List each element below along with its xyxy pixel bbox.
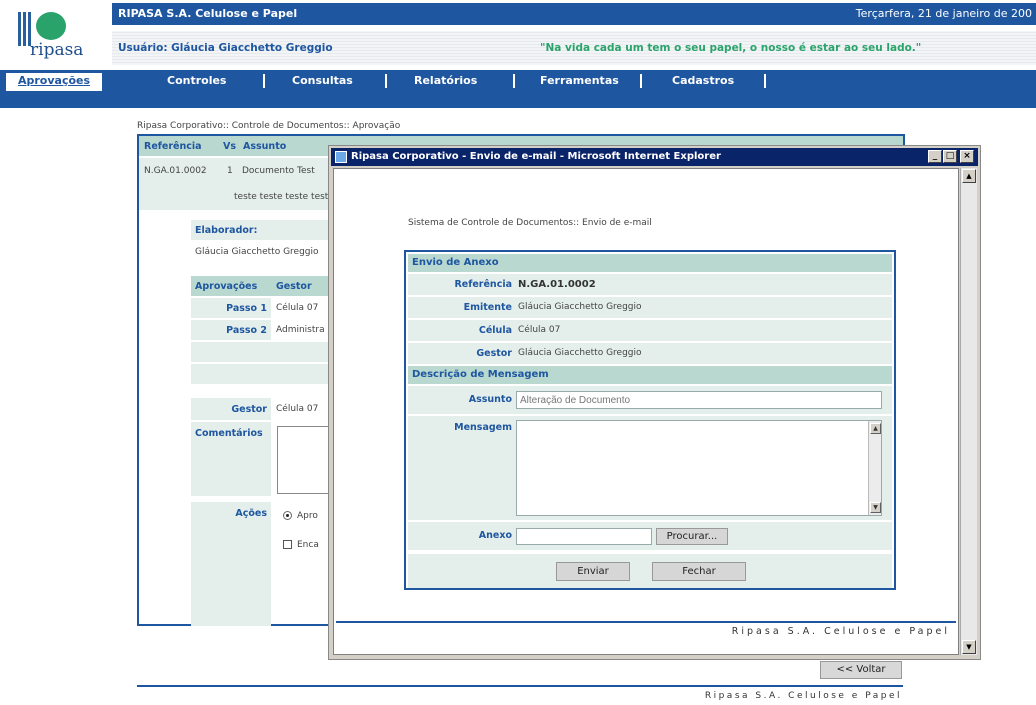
back-button[interactable]: << Voltar xyxy=(820,661,902,679)
celula-label: Célula xyxy=(478,325,512,336)
nav-cadastros[interactable]: Cadastros xyxy=(672,74,734,87)
row-assunto: Documento Test xyxy=(242,166,315,176)
scroll-down-icon[interactable]: ▼ xyxy=(870,502,881,513)
forward-checkbox-label: Enca xyxy=(297,540,319,550)
close-button[interactable]: × xyxy=(960,150,974,163)
col-assunto: Assunto xyxy=(243,141,287,152)
popup-content: Sistema de Controle de Documentos:: Envi… xyxy=(333,168,959,655)
col-vs: Vs xyxy=(223,141,237,152)
nav-consultas[interactable]: Consultas xyxy=(292,74,353,87)
scroll-down-icon[interactable]: ▼ xyxy=(962,640,976,654)
col-referencia: Referência xyxy=(144,141,202,152)
scroll-up-icon[interactable]: ▲ xyxy=(962,169,976,183)
user-bar: Usuário: Gláucia Giacchetto Greggio "Na … xyxy=(112,31,1036,65)
emitente-row: Emitente Gláucia Giacchetto Greggio xyxy=(408,297,892,318)
procurar-button[interactable]: Procurar... xyxy=(656,528,728,545)
popup-titlebar[interactable]: Ripasa Corporativo - Envio de e-mail - M… xyxy=(331,148,978,166)
company-name: RIPASA S.A. Celulose e Papel xyxy=(118,7,298,20)
nav-relatorios[interactable]: Relatórios xyxy=(414,74,477,87)
comentarios-label: Comentários xyxy=(195,428,263,439)
acoes-label: Ações xyxy=(235,508,267,519)
gestor-label: Gestor xyxy=(231,404,267,415)
main-nav: Aprovações Controles Consultas Relatório… xyxy=(0,70,1036,108)
motto: "Na vida cada um tem o seu papel, o noss… xyxy=(540,42,922,54)
assunto-input[interactable] xyxy=(516,391,882,409)
passo2-value: Administra xyxy=(276,325,325,335)
approve-radio[interactable] xyxy=(283,511,292,520)
nav-aprovacoes[interactable]: Aprovações xyxy=(6,73,103,91)
mensagem-label: Mensagem xyxy=(454,422,512,433)
logo: ripasa xyxy=(0,0,110,66)
user-name: Usuário: Gláucia Giacchetto Greggio xyxy=(118,42,333,54)
gestor-col-label: Gestor xyxy=(276,281,312,292)
passo1-label: Passo 1 xyxy=(226,303,267,314)
nav-separator xyxy=(640,74,642,88)
passo2-label: Passo 2 xyxy=(226,325,267,336)
popup-breadcrumb: Sistema de Controle de Documentos:: Envi… xyxy=(408,218,652,228)
enviar-button[interactable]: Enviar xyxy=(556,562,630,581)
anexo-label: Anexo xyxy=(478,530,512,541)
nav-separator xyxy=(513,74,515,88)
ie-icon xyxy=(335,151,347,163)
section-descricao: Descrição de Mensagem xyxy=(408,366,892,384)
aprovacoes-label: Aprovações xyxy=(195,281,258,292)
popup-title: Ripasa Corporativo - Envio de e-mail - M… xyxy=(351,151,721,162)
logo-circle xyxy=(36,12,66,40)
blank-row xyxy=(191,342,329,362)
referencia-row: Referência N.GA.01.0002 xyxy=(408,274,892,295)
acoes-cell xyxy=(191,502,271,626)
fechar-button[interactable]: Fechar xyxy=(652,562,746,581)
assunto-label: Assunto xyxy=(468,394,512,405)
row-referencia: N.GA.01.0002 xyxy=(144,166,207,176)
row-assunto-cont: teste teste teste test xyxy=(234,192,329,202)
mensagem-scrollbar[interactable]: ▲ ▼ xyxy=(868,421,881,515)
gestor-row: Gestor Gláucia Giacchetto Greggio xyxy=(408,343,892,364)
forward-checkbox[interactable] xyxy=(283,540,292,549)
minimize-button[interactable]: _ xyxy=(928,150,942,163)
emitente-value: Gláucia Giacchetto Greggio xyxy=(518,302,642,312)
popup-footer-divider xyxy=(336,621,956,623)
passo1-value: Célula 07 xyxy=(276,303,319,313)
nav-separator xyxy=(764,74,766,88)
mensagem-textarea[interactable]: ▲ ▼ xyxy=(516,420,882,516)
emitente-label: Emitente xyxy=(463,302,512,313)
current-date: Terçarfera, 21 de janeiro de 200 xyxy=(855,7,1032,20)
logo-text: ripasa xyxy=(30,40,84,60)
elaborador-label: Elaborador: xyxy=(195,225,258,236)
approve-radio-label: Apro xyxy=(297,511,318,521)
footer-divider xyxy=(137,685,903,687)
referencia-label: Referência xyxy=(454,279,512,290)
email-popup-window: Ripasa Corporativo - Envio de e-mail - M… xyxy=(328,145,981,660)
footer-text: Ripasa S.A. Celulose e Papel xyxy=(704,691,902,701)
popup-footer-text: Ripasa S.A. Celulose e Papel xyxy=(731,626,950,637)
breadcrumb: Ripasa Corporativo:: Controle de Documen… xyxy=(137,121,401,131)
gestor-value: Célula 07 xyxy=(276,404,319,414)
nav-ferramentas[interactable]: Ferramentas xyxy=(540,74,619,87)
gestor-label: Gestor xyxy=(476,348,512,359)
nav-separator xyxy=(263,74,265,88)
popup-scrollbar[interactable]: ▲ ▼ xyxy=(960,168,977,655)
gestor-value: Gláucia Giacchetto Greggio xyxy=(518,348,642,358)
elaborador-value: Gláucia Giacchetto Greggio xyxy=(195,247,319,257)
section-envio-anexo: Envio de Anexo xyxy=(408,254,892,272)
scroll-up-icon[interactable]: ▲ xyxy=(870,423,881,434)
referencia-value: N.GA.01.0002 xyxy=(518,279,596,290)
section-descricao-title: Descrição de Mensagem xyxy=(412,369,549,380)
row-vs: 1 xyxy=(227,166,233,176)
nav-controles[interactable]: Controles xyxy=(167,74,226,87)
section-envio-anexo-title: Envio de Anexo xyxy=(412,257,499,268)
anexo-file-input[interactable] xyxy=(516,528,652,545)
celula-row: Célula Célula 07 xyxy=(408,320,892,341)
email-form: Envio de Anexo Referência N.GA.01.0002 E… xyxy=(404,250,896,590)
action-row xyxy=(408,554,892,588)
top-bar: RIPASA S.A. Celulose e Papel Terçarfera,… xyxy=(112,3,1036,25)
celula-value: Célula 07 xyxy=(518,325,561,335)
blank-row xyxy=(191,364,329,384)
maximize-button[interactable]: □ xyxy=(943,150,957,163)
nav-separator xyxy=(385,74,387,88)
